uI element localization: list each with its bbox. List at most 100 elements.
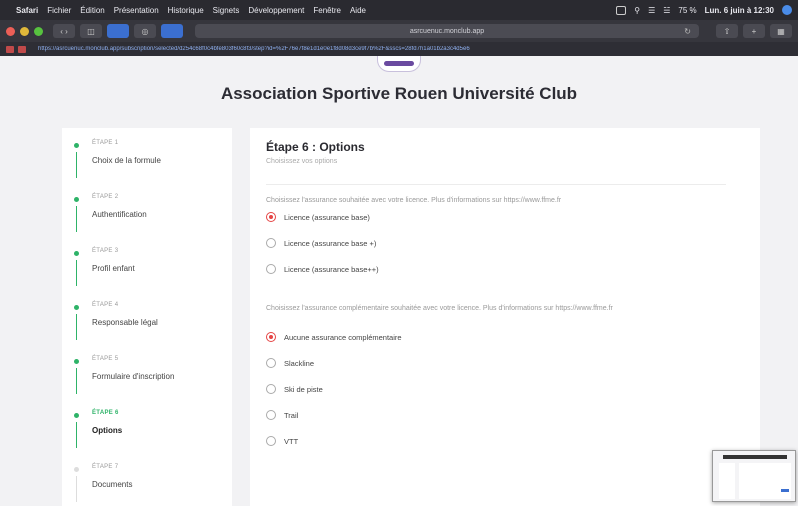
screen-mirror-icon[interactable]	[616, 5, 627, 15]
step-label: Formulaire d'inscription	[92, 372, 175, 381]
complementary-option-slackline[interactable]: Slackline	[266, 358, 314, 368]
step-label: Authentification	[92, 210, 147, 219]
option-label: Licence (assurance base++)	[284, 264, 379, 274]
step-bullet	[74, 197, 79, 202]
options-form: Étape 6 : Options Choisissez vos options…	[250, 128, 760, 506]
new-tab-icon[interactable]: +	[743, 24, 765, 38]
step-connector	[76, 422, 77, 448]
address-bar[interactable]: asrcuenuc.monclub.app ↻	[195, 24, 699, 38]
page-content: Association Sportive Rouen Université Cl…	[0, 56, 798, 506]
zoom-window-button[interactable]	[34, 26, 43, 36]
step-bullet	[74, 143, 79, 148]
radio-button[interactable]	[266, 212, 276, 222]
share-icon[interactable]: ⇧	[716, 24, 738, 38]
sidebar-toggle-icon[interactable]: ◫	[80, 24, 102, 38]
menu-developpement[interactable]: Développement	[248, 6, 304, 15]
step-label: Documents	[92, 480, 133, 489]
insurance-prompt: Choisissez l'assurance souhaitée avec vo…	[266, 197, 562, 204]
menu-fenetre[interactable]: Fenêtre	[313, 6, 341, 15]
option-label: Trail	[284, 410, 299, 420]
radio-button[interactable]	[266, 332, 276, 342]
tab-url[interactable]: https://asrcuenuc.monclub.app/subscripti…	[38, 46, 470, 52]
menu-presentation[interactable]: Présentation	[114, 6, 159, 15]
option-label: Licence (assurance base)	[284, 212, 370, 222]
menu-signets[interactable]: Signets	[213, 6, 240, 15]
radio-button[interactable]	[266, 264, 276, 274]
option-label: Aucune assurance complémentaire	[284, 332, 402, 342]
menubar-status-area: ⚲ ☰ ☱ 75 % Lun. 6 juin à 12:30	[608, 5, 792, 15]
steps-sidebar: ÉTAPE 1 Choix de la formule ÉTAPE 2 Auth…	[62, 128, 232, 506]
privacy-report-icon[interactable]: ◎	[134, 24, 156, 38]
complementary-option-trail[interactable]: Trail	[266, 410, 298, 420]
control-center-icon[interactable]: ☰	[648, 6, 655, 15]
step-label: Profil enfant	[92, 264, 135, 273]
step-number: ÉTAPE 2	[92, 194, 119, 200]
complementary-prompt: Choisissez l'assurance complémentaire so…	[266, 305, 613, 312]
option-label: Licence (assurance base +)	[284, 238, 377, 248]
screenshot-thumbnail[interactable]	[712, 450, 796, 502]
minimize-window-button[interactable]	[20, 26, 29, 36]
step-number: ÉTAPE 7	[92, 464, 119, 470]
step-number: ÉTAPE 4	[92, 302, 119, 308]
window-controls	[6, 26, 48, 36]
search-icon[interactable]: ⚲	[634, 6, 640, 15]
menu-aide[interactable]: Aide	[350, 6, 366, 15]
step-bullet	[74, 359, 79, 364]
club-title: Association Sportive Rouen Université Cl…	[220, 84, 578, 103]
complementary-option-none[interactable]: Aucune assurance complémentaire	[266, 332, 402, 342]
menu-fichier[interactable]: Fichier	[47, 6, 71, 15]
divider	[266, 184, 726, 185]
step-bullet	[74, 467, 79, 472]
step-bullet	[74, 251, 79, 256]
menu-safari[interactable]: Safari	[16, 6, 38, 15]
browser-toolbar: ‹ › ◫ ◎ asrcuenuc.monclub.app ↻ ⇧ + ▦	[0, 20, 798, 42]
close-window-button[interactable]	[6, 26, 15, 36]
step-number: ÉTAPE 5	[92, 356, 119, 362]
step-connector	[76, 152, 77, 178]
favicon-icon	[6, 45, 14, 53]
step-label: Responsable légal	[92, 318, 158, 327]
battery-status[interactable]: 75 %	[678, 6, 696, 15]
insurance-option-base-plus[interactable]: Licence (assurance base +)	[266, 238, 376, 248]
menu-historique[interactable]: Historique	[168, 6, 204, 15]
step-number: ÉTAPE 1	[92, 140, 119, 146]
step-connector	[76, 260, 77, 286]
form-title: Étape 6 : Options	[266, 140, 365, 154]
tab-overview-icon[interactable]: ▦	[770, 24, 792, 38]
favicon-icon-2	[18, 45, 26, 53]
option-label: Slackline	[284, 358, 315, 368]
menubar-clock[interactable]: Lun. 6 juin à 12:30	[705, 6, 774, 15]
radio-button[interactable]	[266, 384, 276, 394]
complementary-option-ski[interactable]: Ski de piste	[266, 384, 323, 394]
step-bullet	[74, 305, 79, 310]
menu-edition[interactable]: Édition	[80, 6, 104, 15]
step-number: ÉTAPE 6	[92, 410, 119, 416]
complementary-option-vtt[interactable]: VTT	[266, 436, 298, 446]
extension-icon[interactable]	[107, 24, 129, 38]
step-connector	[76, 476, 77, 502]
step-number: ÉTAPE 3	[92, 248, 119, 254]
radio-button[interactable]	[266, 238, 276, 248]
insurance-option-base-plusplus[interactable]: Licence (assurance base++)	[266, 264, 379, 274]
extension-icon-2[interactable]	[161, 24, 183, 38]
step-label: Choix de la formule	[92, 156, 161, 165]
radio-button[interactable]	[266, 410, 276, 420]
step-connector	[76, 368, 77, 394]
form-subtitle: Choisissez vos options	[266, 158, 338, 165]
step-connector	[76, 206, 77, 232]
tab-strip: https://asrcuenuc.monclub.app/subscripti…	[0, 42, 798, 56]
url-text: asrcuenuc.monclub.app	[409, 27, 485, 35]
option-label: VTT	[284, 436, 299, 446]
back-forward-button[interactable]: ‹ ›	[53, 24, 75, 38]
radio-button[interactable]	[266, 358, 276, 368]
club-logo	[377, 56, 421, 72]
radio-button[interactable]	[266, 436, 276, 446]
siri-icon[interactable]	[782, 5, 792, 15]
step-bullet	[74, 413, 79, 418]
insurance-option-base[interactable]: Licence (assurance base)	[266, 212, 370, 222]
macos-menubar: Safari Fichier Édition Présentation Hist…	[0, 0, 798, 20]
step-label: Options	[92, 426, 123, 435]
wifi-icon[interactable]: ☱	[663, 6, 670, 15]
option-label: Ski de piste	[284, 384, 323, 394]
reload-icon[interactable]: ↻	[684, 27, 691, 36]
